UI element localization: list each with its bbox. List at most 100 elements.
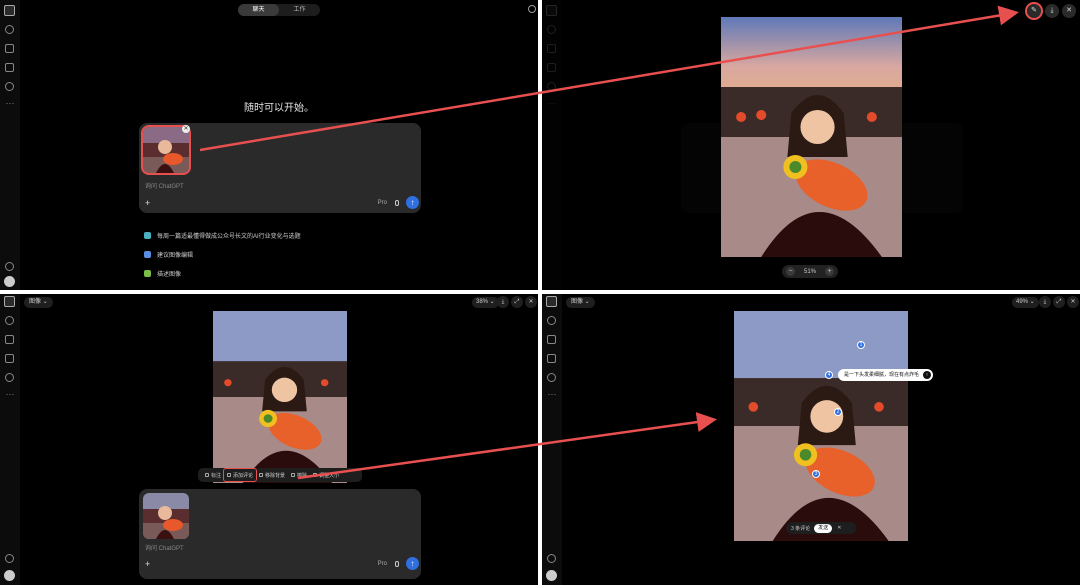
download-icon[interactable]: ⤓ [497, 296, 509, 308]
zoom-level: 51% [803, 268, 816, 275]
eraser-icon [291, 473, 296, 477]
library-icon[interactable] [5, 335, 14, 344]
photo-thumbnail-graphic [143, 493, 189, 539]
history-icon[interactable] [547, 316, 556, 325]
help-icon[interactable] [547, 554, 556, 563]
model-selector[interactable]: Pro [378, 200, 387, 206]
close-comments-icon[interactable]: ✕ [837, 525, 841, 531]
microphone-icon[interactable] [395, 200, 399, 206]
editable-image[interactable] [734, 311, 908, 541]
zoom-dropdown[interactable]: 38% ⌄ [472, 297, 499, 308]
composer: ✕ 询问 ChatGPT + Pro ↑ [139, 123, 421, 213]
composer-placeholder[interactable]: 询问 ChatGPT [145, 543, 184, 552]
comment-count: 3 条评论 [791, 525, 811, 532]
avatar[interactable] [4, 570, 15, 581]
more-icon[interactable]: ··· [5, 390, 15, 400]
tab-chat[interactable]: 聊天 [238, 4, 279, 16]
remove-background-tool[interactable]: 移除背景 [256, 469, 288, 481]
expand-icon[interactable]: ⤢ [1053, 296, 1065, 308]
photo-graphic [721, 17, 902, 257]
attached-image-thumbnail[interactable] [143, 493, 189, 539]
zoom-control: − 51% + [782, 265, 838, 278]
add-attachment-button[interactable]: + [145, 559, 150, 569]
comment-pin[interactable]: 3 [812, 470, 820, 478]
home-icon[interactable] [4, 5, 15, 16]
select-icon [205, 473, 209, 477]
preview-image [721, 17, 902, 257]
attached-image-thumbnail[interactable] [141, 125, 191, 175]
zoom-dropdown[interactable]: 49% ⌄ [1012, 297, 1039, 308]
more-icon[interactable]: ··· [547, 390, 557, 400]
comment-pin[interactable]: 1 [857, 341, 865, 349]
add-attachment-button[interactable]: + [145, 198, 150, 208]
close-icon[interactable]: ✕ [525, 296, 537, 308]
library-icon[interactable] [547, 335, 556, 344]
resize-icon [313, 473, 318, 477]
comment-bubble: 是一下头发柔细腻，现在有点炸毛 ↑ [838, 369, 934, 381]
help-icon[interactable] [5, 262, 14, 271]
at-icon[interactable] [5, 373, 14, 382]
image-mode-chip[interactable]: 图像 ⌄ [566, 297, 595, 308]
edit-pencil-button[interactable]: ✎ [1025, 2, 1043, 20]
send-comments-button[interactable]: 发送 [814, 523, 833, 533]
help-icon[interactable] [5, 554, 14, 563]
photo-thumbnail-graphic [143, 127, 189, 173]
editable-image[interactable] [213, 311, 347, 483]
panel-chat-home: ··· 聊天 工作 随时可以开始。 ✕ 询问 ChatGPT + Pro ↑ 每… [0, 0, 538, 290]
close-button[interactable]: ✕ [1062, 4, 1076, 18]
tab-work[interactable]: 工作 [279, 4, 320, 16]
history-icon[interactable] [5, 25, 14, 34]
suggestion-list: 每周一篇适最懂得做成公众号长文的AI行业变化与选题 建议图像编辑 描述图像 [144, 226, 301, 283]
panel-image-viewer: ··· − 51% + ✎ ⤓ ✕ [542, 0, 1080, 290]
expand-icon[interactable]: ⤢ [511, 296, 523, 308]
pencil-icon [144, 251, 151, 258]
panel-image-editor: ··· 图像 ⌄ 38% ⌄ ⤓ ⤢ ✕ 标注 添加评论 移除背景 擦除 调整大… [0, 294, 538, 585]
suggestion-item[interactable]: 每周一篇适最懂得做成公众号长文的AI行业变化与选题 [144, 226, 301, 245]
images-icon[interactable] [5, 354, 14, 363]
news-icon [144, 232, 151, 239]
comment-bar: 3 条评论 发送 ✕ [786, 522, 856, 534]
image-mode-chip[interactable]: 图像 ⌄ [24, 297, 53, 308]
suggestion-item[interactable]: 描述图像 [144, 264, 301, 283]
photo-graphic [734, 311, 908, 541]
at-icon[interactable] [5, 82, 14, 91]
image-icon [144, 270, 151, 277]
microphone-icon[interactable] [395, 561, 399, 567]
add-comment-tool[interactable]: 添加评论 [223, 468, 258, 482]
close-icon[interactable]: ✕ [1067, 296, 1079, 308]
send-button[interactable]: ↑ [406, 557, 419, 570]
download-icon[interactable]: ⤓ [1039, 296, 1051, 308]
mode-switch: 聊天 工作 [238, 4, 320, 16]
home-icon[interactable] [546, 296, 557, 307]
comment-pin[interactable]: 4 [825, 371, 833, 379]
comment-pin[interactable]: 2 [834, 408, 842, 416]
history-icon[interactable] [5, 316, 14, 325]
composer-placeholder[interactable]: 询问 ChatGPT [145, 181, 184, 190]
background-icon [259, 473, 264, 477]
github-icon[interactable] [528, 5, 536, 13]
at-icon[interactable] [547, 373, 556, 382]
select-tool[interactable]: 标注 [202, 469, 224, 481]
resize-tool[interactable]: 调整大小 [310, 469, 342, 481]
sidebar-rail: ··· [0, 294, 20, 585]
sidebar-rail: ··· [0, 0, 20, 290]
photo-graphic [213, 311, 347, 483]
submit-comment-button[interactable]: ↑ [923, 371, 932, 379]
home-icon[interactable] [4, 296, 15, 307]
panel-image-comments: ··· 图像 ⌄ 49% ⌄ ⤓ ⤢ ✕ 1 4 2 3 是一下头发柔细腻，现在… [542, 294, 1080, 585]
model-selector[interactable]: Pro [378, 561, 387, 567]
zoom-in-button[interactable]: + [824, 267, 834, 276]
images-icon[interactable] [5, 63, 14, 72]
download-button[interactable]: ⤓ [1045, 4, 1059, 18]
avatar[interactable] [546, 570, 557, 581]
composer: 询问 ChatGPT + Pro ↑ [139, 489, 421, 579]
edit-toolbar: 标注 添加评论 移除背景 擦除 调整大小 [198, 468, 362, 482]
library-icon[interactable] [5, 44, 14, 53]
zoom-out-button[interactable]: − [786, 267, 795, 276]
send-button[interactable]: ↑ [406, 196, 419, 209]
erase-tool[interactable]: 擦除 [288, 469, 310, 481]
images-icon[interactable] [547, 354, 556, 363]
avatar[interactable] [4, 276, 15, 287]
remove-attachment-icon[interactable]: ✕ [182, 125, 190, 133]
suggestion-item[interactable]: 建议图像编辑 [144, 245, 301, 264]
